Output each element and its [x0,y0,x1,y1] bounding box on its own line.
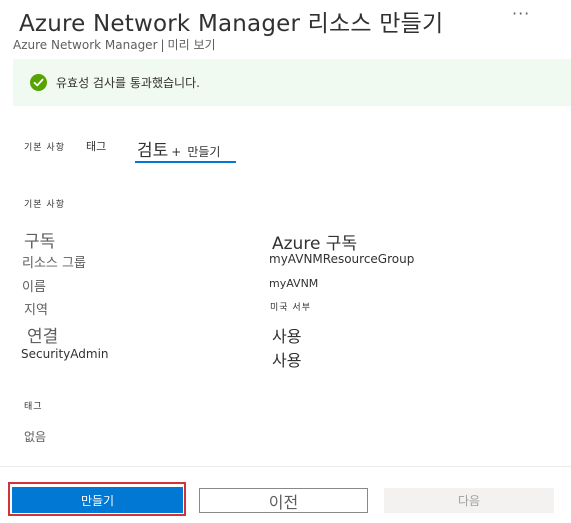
subtitle-service-name: Azure Network Manager [13,38,158,52]
create-button[interactable]: 만들기 [12,487,183,513]
validation-message: 유효성 검사를 통과했습니다. [56,76,200,90]
summary-value-connectivity: 사용 [272,327,302,346]
tab-basics[interactable]: 기본 사항 [24,140,65,153]
summary-value-subscription: Azure 구독 [272,234,358,254]
basics-section-heading: 기본 사항 [24,200,65,210]
footer-divider [0,466,571,467]
previous-button[interactable]: 이전 [199,488,368,513]
next-button[interactable]: 다음 [384,488,554,513]
tab-review-label: 검토 [137,141,169,161]
tags-section-heading: 태그 [24,402,43,412]
page-subtitle: Azure Network Manager | 미리 보기 [13,36,216,53]
tags-value: 없음 [24,430,47,444]
subtitle-preview: 미리 보기 [167,38,216,52]
summary-value-security-admin: 사용 [272,351,302,370]
summary-value-name: myAVNM [269,277,319,290]
active-tab-indicator [135,161,236,163]
summary-label-security-admin: SecurityAdmin [21,347,109,361]
more-options-icon[interactable]: ··· [512,4,530,23]
summary-label-connectivity: 연결 [27,327,59,347]
summary-label-subscription: 구독 [24,232,56,252]
tab-review-suffix: 만들기 [187,145,221,159]
tab-review-create[interactable]: 검토 + 만들기 [137,136,220,161]
subtitle-separator: | [160,38,165,52]
tab-review-plus: + [171,145,182,159]
summary-label-resource-group: 리소스 그룹 [22,256,86,271]
summary-label-region: 지역 [24,303,48,318]
summary-value-resource-group: myAVNMResourceGroup [269,252,415,266]
summary-value-region: 미국 서부 [270,303,311,313]
summary-label-name: 이름 [22,280,46,295]
tab-tags[interactable]: 태그 [86,138,106,154]
page-title: Azure Network Manager 리소스 만들기 [19,11,444,37]
success-check-icon [30,74,47,91]
validation-banner: 유효성 검사를 통과했습니다. [13,59,571,106]
